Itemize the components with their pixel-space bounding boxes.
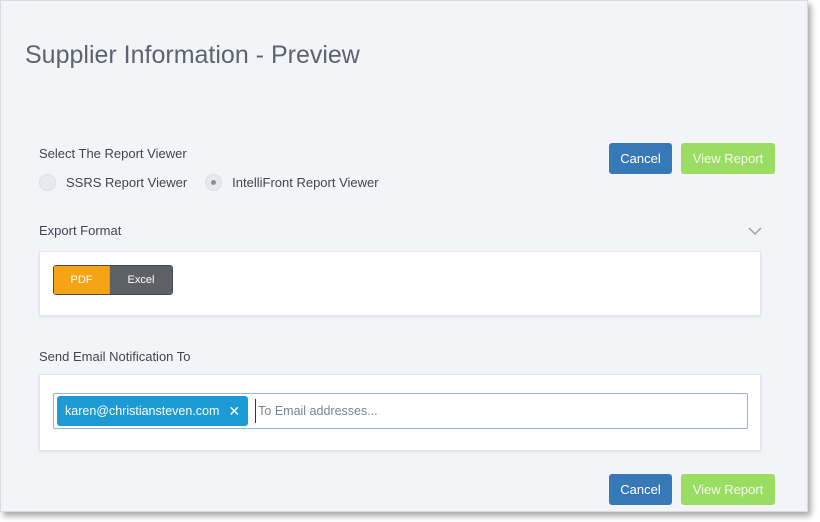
app-window: Supplier Information - Preview Select Th…: [0, 0, 808, 512]
cancel-button-bottom[interactable]: Cancel: [609, 474, 672, 505]
radio-intellifront-report-viewer[interactable]: IntelliFront Report Viewer: [205, 174, 379, 191]
format-excel-button[interactable]: Excel: [110, 266, 172, 294]
email-notification-label: Send Email Notification To: [39, 349, 191, 364]
page-title: Supplier Information - Preview: [25, 41, 360, 69]
radio-dot-icon: [211, 180, 217, 185]
close-icon[interactable]: ✕: [228, 403, 240, 420]
email-chip: karen@christiansteven.com ✕: [57, 396, 249, 426]
email-chip-label: karen@christiansteven.com: [65, 404, 220, 418]
email-input[interactable]: [255, 399, 676, 423]
radio-button-unselected[interactable]: [39, 174, 56, 191]
export-format-label: Export Format: [39, 223, 122, 238]
view-report-button-top[interactable]: View Report: [681, 143, 775, 174]
radio-ssrs-report-viewer[interactable]: SSRS Report Viewer: [39, 174, 187, 191]
report-viewer-radio-group: SSRS Report Viewer IntelliFront Report V…: [39, 174, 397, 191]
email-recipients-field[interactable]: karen@christiansteven.com ✕: [53, 393, 748, 429]
view-report-button-bottom[interactable]: View Report: [681, 474, 775, 505]
format-pdf-button[interactable]: PDF: [54, 266, 110, 294]
radio-label: IntelliFront Report Viewer: [232, 175, 379, 190]
export-format-toggle: PDF Excel: [53, 265, 173, 295]
radio-button-selected[interactable]: [205, 174, 223, 191]
export-format-panel: PDF Excel: [39, 251, 761, 316]
chevron-down-icon[interactable]: [747, 225, 763, 237]
cancel-button-top[interactable]: Cancel: [609, 143, 672, 174]
report-viewer-label: Select The Report Viewer: [39, 146, 187, 161]
radio-label: SSRS Report Viewer: [66, 175, 188, 190]
email-panel: karen@christiansteven.com ✕: [39, 374, 761, 451]
